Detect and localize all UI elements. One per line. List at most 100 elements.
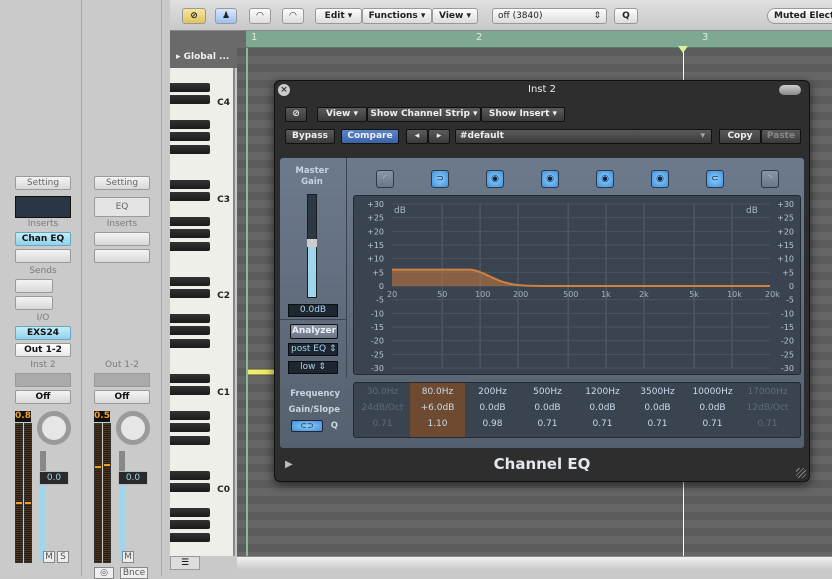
black-key[interactable] [170,374,210,383]
black-key[interactable] [170,386,210,395]
band-3-q[interactable]: 0.98 [465,419,520,429]
edit-menu[interactable]: Edit ▾ [315,8,362,24]
view-menu[interactable]: View ▾ [317,107,367,122]
low-cut-band-button[interactable]: ◜ [376,170,394,188]
peak-1-band-button[interactable]: ◉ [486,170,504,188]
band-1-freq[interactable]: 30.0Hz [355,387,410,397]
analyzer-mode-select[interactable]: post EQ ⇕ [288,343,338,356]
band-6-gain[interactable]: 0.0dB [630,403,685,413]
compare-button[interactable]: Compare [341,129,399,144]
bar-ruler[interactable]: 1 2 3 [246,31,832,48]
tool-settings-icon[interactable]: ☰ [170,556,200,570]
solo-button[interactable]: S [57,551,69,563]
collapse-button[interactable] [779,85,801,95]
functions-menu[interactable]: Functions ▾ [362,8,432,24]
band-4-q[interactable]: 0.71 [520,419,575,429]
band-1-q[interactable]: 0.71 [355,419,410,429]
link-icon[interactable]: ⊘ [285,107,307,122]
analyzer-resolution-select[interactable]: low ⇕ [288,361,338,374]
insert-slot-2[interactable] [94,249,150,263]
black-key[interactable] [170,242,210,251]
global-tracks-toggle[interactable]: ▸ Global ... [170,31,246,68]
black-key[interactable] [170,192,210,201]
instrument-name[interactable]: Muted Electr [767,8,832,24]
band-7-q[interactable]: 0.71 [685,419,740,429]
black-key[interactable] [170,471,210,480]
band-5-gain[interactable]: 0.0dB [575,403,630,413]
black-key[interactable] [170,95,210,104]
eq-thumbnail[interactable] [15,196,71,218]
next-preset-button[interactable]: ▸ [428,129,450,144]
black-key[interactable] [170,145,210,154]
master-gain-value[interactable]: 0.0dB [288,304,338,317]
bypass-button[interactable]: Bypass [285,129,335,144]
midi-note[interactable] [247,369,275,375]
peak-display[interactable]: 0.8 [15,411,31,422]
quantize-select[interactable]: off (3840) ⇕ [492,8,607,24]
black-key[interactable] [170,326,210,335]
show-channel-strip-menu[interactable]: Show Channel Strip ▾ [367,107,481,122]
black-key[interactable] [170,436,210,445]
catch-icon[interactable]: ♟ [215,8,237,24]
black-key[interactable] [170,217,210,226]
send-slot-2[interactable] [15,296,53,310]
setting-button[interactable]: Setting [94,176,150,190]
master-gain-slider[interactable] [307,194,317,298]
pan-knob[interactable] [37,411,71,445]
band-8-q[interactable]: 0.71 [740,419,795,429]
eq-graph[interactable]: dB dB 20 50 100 200 500 1k 2k 5k 10k 20k +30 +30 +25… [353,195,801,375]
black-key[interactable] [170,520,210,529]
volume-fader-cap[interactable]: 0.0 [118,471,148,485]
black-key[interactable] [170,120,210,129]
band-2-gain[interactable]: +6.0dB [410,403,465,413]
send-slot-1[interactable] [15,279,53,293]
insert-slot-chan-eq[interactable]: Chan EQ [15,232,71,246]
link-q-button[interactable]: ⊂⊃ [291,420,323,432]
band-3-gain[interactable]: 0.0dB [465,403,520,413]
black-key[interactable] [170,533,210,542]
preset-select[interactable]: #default ▾ [455,129,712,144]
band-2-freq[interactable]: 80.0Hz [410,387,465,397]
peak-4-band-button[interactable]: ◉ [651,170,669,188]
black-key[interactable] [170,483,210,492]
peak-display[interactable]: 0.5 [94,411,110,422]
black-key[interactable] [170,180,210,189]
black-key[interactable] [170,229,210,238]
band-5-freq[interactable]: 1200Hz [575,387,630,397]
black-key[interactable] [170,83,210,92]
band-6-q[interactable]: 0.71 [630,419,685,429]
mute-button[interactable]: M [122,551,134,563]
peak-3-band-button[interactable]: ◉ [596,170,614,188]
band-6-freq[interactable]: 3500Hz [630,387,685,397]
pan-knob[interactable] [116,411,150,445]
bounce-button[interactable]: Bnce [120,567,148,579]
playhead-marker[interactable] [678,46,688,53]
insert-slot-empty[interactable] [15,249,71,263]
prev-preset-button[interactable]: ◂ [406,129,428,144]
high-shelf-band-button[interactable]: ⊂ [706,170,724,188]
insert-slot-1[interactable] [94,232,150,246]
automation-mode[interactable]: Off [94,390,150,404]
band-5-q[interactable]: 0.71 [575,419,630,429]
black-key[interactable] [170,289,210,298]
view-menu[interactable]: View ▾ [432,8,478,24]
group-slot[interactable] [94,373,150,387]
setting-button[interactable]: Setting [15,176,71,190]
automation-mode[interactable]: Off [15,390,71,404]
black-key[interactable] [170,411,210,420]
show-insert-menu[interactable]: Show Insert ▾ [481,107,565,122]
low-shelf-band-button[interactable]: ⊃ [431,170,449,188]
stereo-link-button[interactable]: ◎ [94,567,114,579]
midi-in-icon[interactable]: ◠ [249,8,271,24]
group-slot[interactable] [15,373,71,387]
paste-button[interactable]: Paste [761,129,801,144]
piano-keyboard[interactable]: C4 C3 C2 C1 C0 [170,68,235,556]
analyzer-button[interactable]: Analyzer [290,324,338,339]
high-cut-band-button[interactable]: ◝ [761,170,779,188]
band-7-gain[interactable]: 0.0dB [685,403,740,413]
quantize-button[interactable]: Q [614,8,638,24]
band-1-gain[interactable]: 24dB/Oct [355,403,410,413]
link-icon[interactable]: ⊘ [182,8,206,24]
band-2-q[interactable]: 1.10 [410,419,465,429]
band-7-freq[interactable]: 10000Hz [685,387,740,397]
